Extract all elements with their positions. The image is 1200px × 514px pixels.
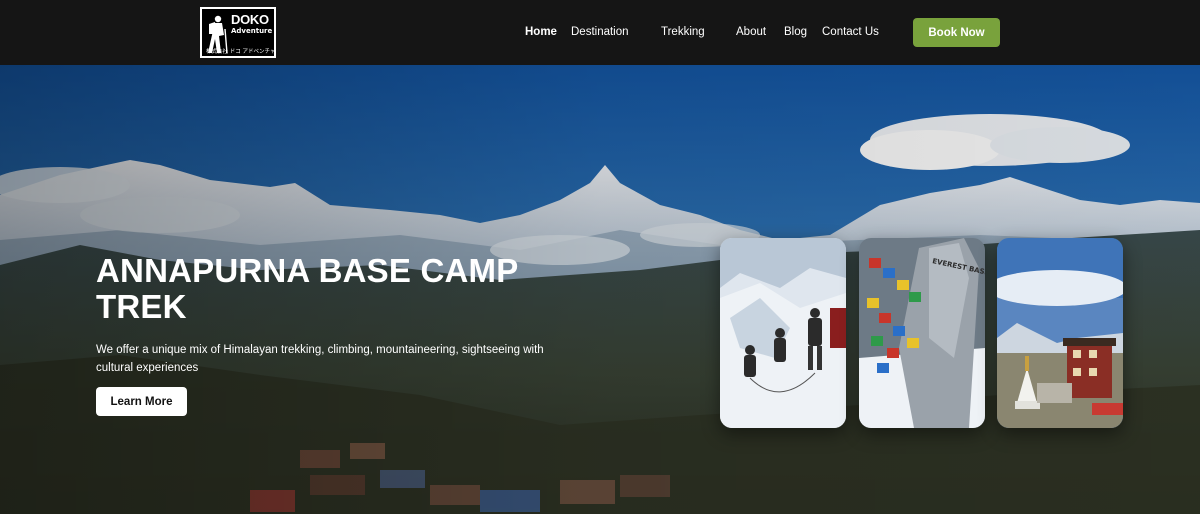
brand-tagline: 株式会社 ドコ アドベンチャー — [206, 49, 276, 55]
nav-blog[interactable]: Blog — [784, 24, 807, 40]
brand-sub: Adventure — [231, 27, 273, 35]
book-now-button[interactable]: Book Now — [913, 18, 1000, 47]
brand-logo[interactable]: DOKO Adventure 株式会社 ドコ アドベンチャー — [200, 7, 276, 58]
navbar: DOKO Adventure 株式会社 ドコ アドベンチャー Home Dest… — [0, 0, 1200, 65]
hero-title: ANNAPURNA BASE CAMP TREK — [96, 252, 518, 325]
hero-section: ANNAPURNA BASE CAMP TREK We offer a uniq… — [0, 65, 1200, 514]
nav-contact[interactable]: Contact Us — [822, 24, 879, 40]
nav-destination[interactable]: Destination — [571, 24, 629, 40]
base-camp-image: EVEREST BASE CAMP 2017 — [859, 238, 985, 428]
nav-about[interactable]: About — [736, 24, 766, 40]
climbers-image — [720, 238, 846, 428]
hero-description: We offer a unique mix of Himalayan trekk… — [96, 344, 544, 374]
nav-trekking[interactable]: Trekking — [661, 24, 705, 40]
gallery-card-monastery[interactable] — [997, 238, 1123, 428]
learn-more-button[interactable]: Learn More — [96, 387, 187, 416]
gallery-card-climbers[interactable] — [720, 238, 846, 428]
nav-home[interactable]: Home — [525, 24, 557, 40]
monastery-image — [997, 238, 1123, 428]
gallery-card-base-camp[interactable]: EVEREST BASE CAMP 2017 — [859, 238, 985, 428]
brand-name: DOKO — [231, 12, 269, 27]
